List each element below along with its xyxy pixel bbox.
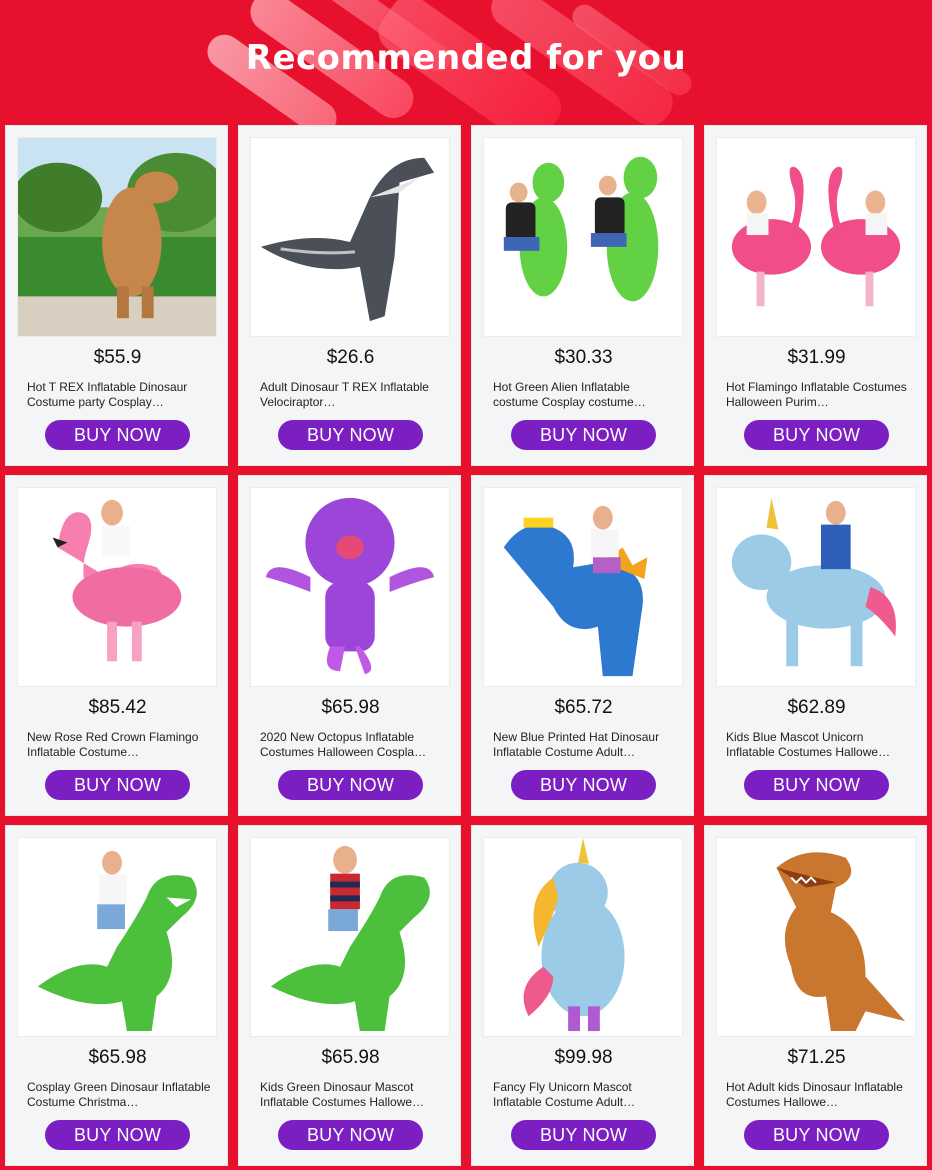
product-card[interactable]: $26.6 Adult Dinosaur T REX Inflatable Vel… (238, 125, 461, 466)
product-price: $55.9 (93, 347, 142, 368)
product-image[interactable] (483, 137, 683, 337)
product-card[interactable]: $65.98 Cosplay Green Dinosaur Inflatable … (5, 825, 228, 1166)
buy-now-button[interactable]: BUY NOW (511, 420, 656, 450)
product-card[interactable]: $65.72 New Blue Printed Hat Dinosaur Infl… (471, 475, 694, 816)
product-name[interactable]: Hot Adult kids Dinosaur Inflatable Costu… (726, 1080, 911, 1110)
product-name[interactable]: Hot Flamingo Inflatable Costumes Hallowe… (726, 380, 911, 410)
buy-now-button[interactable]: BUY NOW (511, 1120, 656, 1150)
product-price: $26.6 (326, 347, 375, 368)
product-card[interactable]: $65.98 Kids Green Dinosaur Mascot Inflata… (238, 825, 461, 1166)
product-price: $31.99 (787, 347, 846, 368)
buy-now-button[interactable]: BUY NOW (45, 420, 190, 450)
product-card[interactable]: $31.99 Hot Flamingo Inflatable Costumes H… (704, 125, 927, 466)
product-card[interactable]: $62.89 Kids Blue Mascot Unicorn Inflatabl… (704, 475, 927, 816)
product-name[interactable]: Cosplay Green Dinosaur Inflatable Costum… (27, 1080, 212, 1110)
product-name[interactable]: Fancy Fly Unicorn Mascot Inflatable Cost… (493, 1080, 678, 1110)
product-card[interactable]: $71.25 Hot Adult kids Dinosaur Inflatable… (704, 825, 927, 1166)
product-price: $99.98 (554, 1047, 613, 1068)
buy-now-button[interactable]: BUY NOW (744, 770, 889, 800)
product-name[interactable]: Kids Green Dinosaur Mascot Inflatable Co… (260, 1080, 445, 1110)
product-price: $62.89 (787, 697, 846, 718)
buy-now-button[interactable]: BUY NOW (744, 420, 889, 450)
product-price: $65.98 (321, 1047, 380, 1068)
page-title: Recommended for you (245, 38, 687, 78)
product-name[interactable]: New Rose Red Crown Flamingo Inflatable C… (27, 730, 212, 760)
product-name[interactable]: Kids Blue Mascot Unicorn Inflatable Cost… (726, 730, 911, 760)
product-image[interactable] (17, 837, 217, 1037)
buy-now-button[interactable]: BUY NOW (744, 1120, 889, 1150)
product-name[interactable]: Adult Dinosaur T REX Inflatable Velocira… (260, 380, 445, 410)
product-image[interactable] (250, 137, 450, 337)
buy-now-button[interactable]: BUY NOW (45, 770, 190, 800)
product-price: $65.72 (554, 697, 613, 718)
product-image[interactable] (483, 487, 683, 687)
buy-now-button[interactable]: BUY NOW (278, 420, 423, 450)
product-price: $71.25 (787, 1047, 846, 1068)
buy-now-button[interactable]: BUY NOW (278, 770, 423, 800)
product-name[interactable]: 2020 New Octopus Inflatable Costumes Hal… (260, 730, 445, 760)
product-name[interactable]: New Blue Printed Hat Dinosaur Inflatable… (493, 730, 678, 760)
product-grid: $55.9 Hot T REX Inflatable Dinosaur Costu… (5, 125, 927, 1166)
product-image[interactable] (250, 837, 450, 1037)
product-image[interactable] (483, 837, 683, 1037)
buy-now-button[interactable]: BUY NOW (278, 1120, 423, 1150)
product-name[interactable]: Hot T REX Inflatable Dinosaur Costume pa… (27, 380, 212, 410)
product-price: $65.98 (321, 697, 380, 718)
product-card[interactable]: $30.33 Hot Green Alien Inflatable costume… (471, 125, 694, 466)
product-image[interactable] (716, 487, 916, 687)
header-banner: Recommended for you (0, 0, 932, 125)
product-card[interactable]: $99.98 Fancy Fly Unicorn Mascot Inflatabl… (471, 825, 694, 1166)
product-price: $85.42 (88, 697, 147, 718)
product-price: $65.98 (88, 1047, 147, 1068)
product-card[interactable]: $55.9 Hot T REX Inflatable Dinosaur Costu… (5, 125, 228, 466)
product-image[interactable] (716, 837, 916, 1037)
product-price: $30.33 (554, 347, 613, 368)
product-image[interactable] (17, 487, 217, 687)
product-name[interactable]: Hot Green Alien Inflatable costume Cospl… (493, 380, 678, 410)
product-image[interactable] (250, 487, 450, 687)
product-image[interactable] (17, 137, 217, 337)
buy-now-button[interactable]: BUY NOW (45, 1120, 190, 1150)
product-image[interactable] (716, 137, 916, 337)
buy-now-button[interactable]: BUY NOW (511, 770, 656, 800)
product-card[interactable]: $65.98 2020 New Octopus Inflatable Costum… (238, 475, 461, 816)
product-card[interactable]: $85.42 New Rose Red Crown Flamingo Inflat… (5, 475, 228, 816)
